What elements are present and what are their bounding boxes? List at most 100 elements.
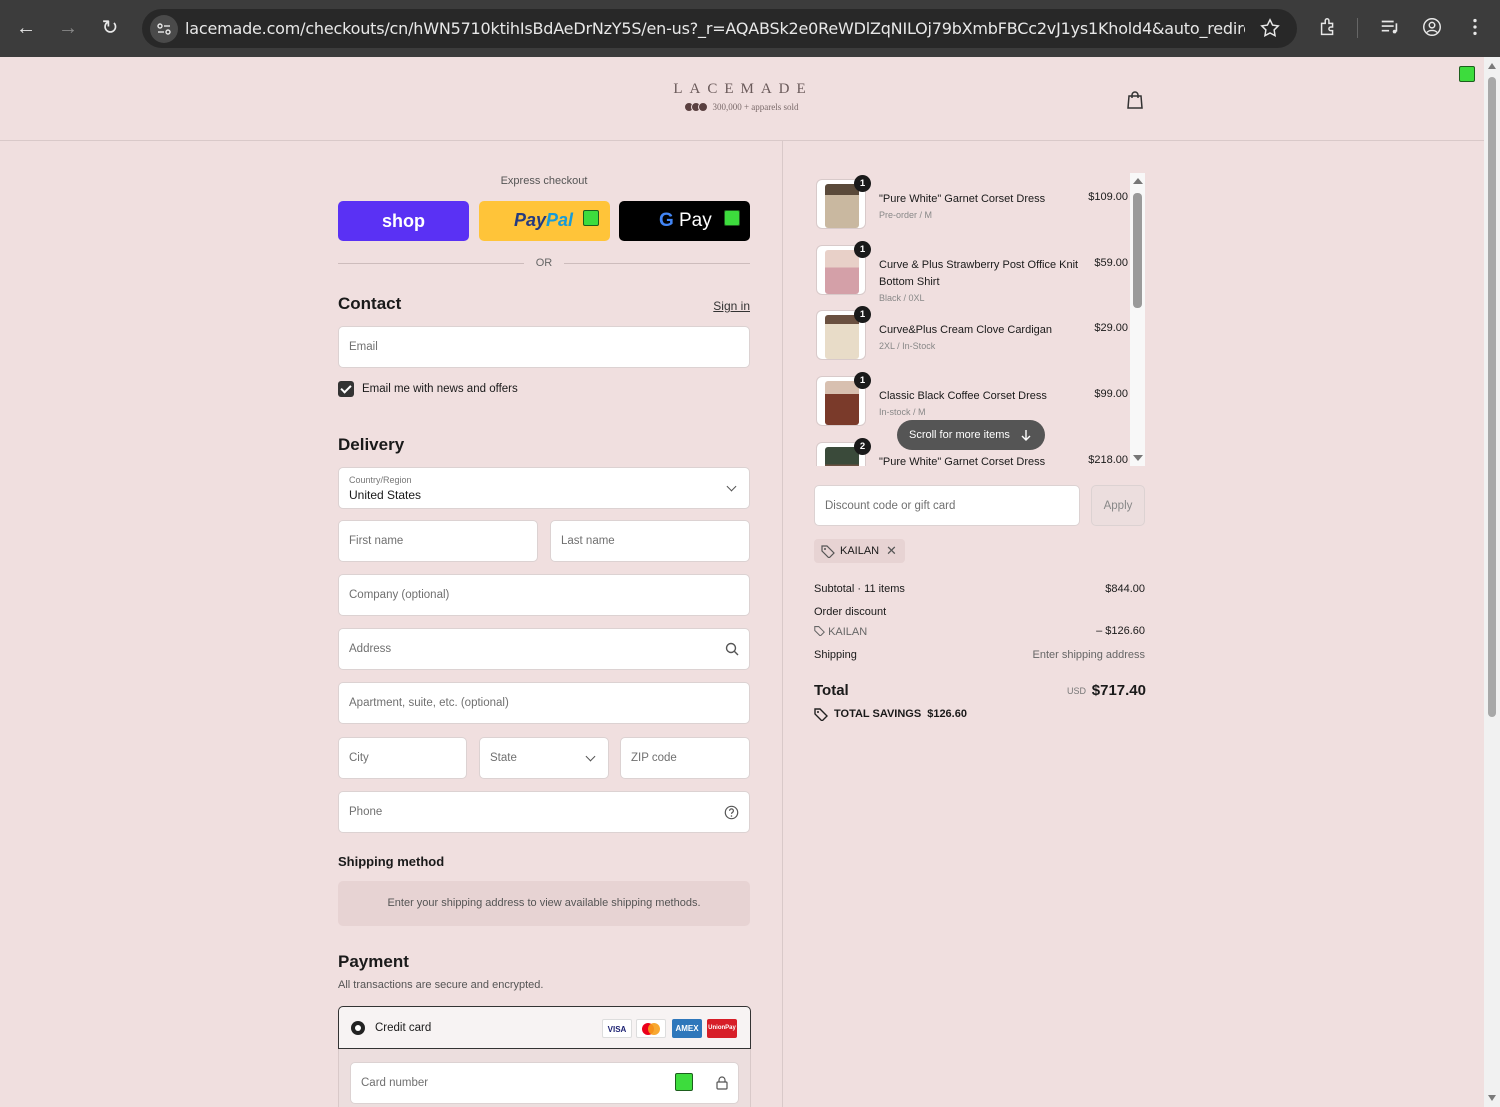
profile-icon[interactable] — [1421, 16, 1443, 38]
tag-icon — [814, 626, 825, 637]
google-pay-label: Pay — [679, 210, 712, 231]
product-price: $109.00 — [1088, 191, 1128, 203]
search-icon[interactable] — [725, 642, 739, 656]
visa-icon: VISA — [602, 1019, 632, 1038]
email-field[interactable]: Email — [338, 326, 750, 368]
lock-icon — [716, 1076, 728, 1090]
reload-icon[interactable]: ↻ — [96, 14, 124, 42]
marker-square — [724, 210, 740, 226]
logo-avatars — [684, 102, 709, 112]
cart-item: 1 "Pure White" Garnet Corset Dress Pre-or… — [814, 173, 1128, 229]
delivery-title: Delivery — [338, 435, 405, 454]
remove-code-icon[interactable]: ✕ — [886, 543, 897, 559]
product-price: $59.00 — [1094, 257, 1128, 269]
applied-discount-chip: KAILAN ✕ — [814, 539, 905, 563]
credit-card-option[interactable]: Credit card VISA AMEX UnionPay — [338, 1006, 751, 1049]
city-placeholder: City — [349, 752, 369, 764]
scroll-down-icon[interactable] — [1488, 1095, 1496, 1101]
chevron-down-icon — [585, 751, 596, 762]
scroll-up-icon[interactable] — [1488, 63, 1496, 69]
tag-icon — [821, 545, 835, 558]
phone-placeholder: Phone — [349, 806, 383, 818]
scroll-more-button[interactable]: Scroll for more items — [897, 420, 1045, 450]
apartment-placeholder: Apartment, suite, etc. (optional) — [349, 697, 509, 709]
back-icon[interactable]: ← — [12, 14, 40, 42]
product-variant: Black / 0XL — [879, 293, 925, 303]
apply-discount-button[interactable]: Apply — [1091, 485, 1145, 526]
discount-code-label: KAILAN — [828, 626, 868, 638]
state-select[interactable]: State — [479, 737, 609, 779]
quantity-badge: 2 — [854, 438, 871, 455]
phone-field[interactable]: Phone — [338, 791, 750, 833]
help-icon[interactable] — [724, 805, 739, 820]
last-name-placeholder: Last name — [561, 535, 615, 547]
address-bar[interactable]: lacemade.com/checkouts/cn/hWN5710ktihIsB… — [142, 9, 1297, 48]
apartment-field[interactable]: Apartment, suite, etc. (optional) — [338, 682, 750, 724]
express-checkout-title: Express checkout — [500, 175, 588, 187]
shipping-label: Shipping — [814, 649, 857, 661]
product-name: "Pure White" Garnet Corset Dress Pre-orde… — [879, 191, 1089, 222]
chevron-down-icon — [726, 481, 737, 492]
discount-code-input[interactable]: Discount code or gift card — [814, 485, 1080, 526]
browser-toolbar: ← → ↻ lacemade.com/checkouts/cn/hWN5710k… — [0, 0, 1500, 57]
scroll-more-label: Scroll for more items — [909, 429, 1010, 441]
cart-scroll-thumb[interactable] — [1133, 193, 1142, 308]
credit-card-radio[interactable] — [351, 1021, 365, 1035]
page-scrollbar[interactable] — [1484, 57, 1500, 1107]
quantity-badge: 1 — [854, 372, 871, 389]
scrollbar-thumb[interactable] — [1488, 77, 1496, 717]
forward-icon[interactable]: → — [54, 14, 82, 42]
site-info-icon[interactable] — [150, 15, 178, 43]
paypal-button[interactable]: PayPal — [479, 201, 610, 241]
newsletter-checkbox[interactable] — [338, 381, 354, 397]
product-name: Classic Black Coffee Corset Dress In-stoc… — [879, 388, 1089, 419]
first-name-field[interactable]: First name — [338, 520, 538, 562]
store-logo[interactable]: LACEMADE 300,000 + apparels sold — [672, 81, 814, 112]
savings-tag-icon — [814, 708, 828, 721]
cart-item: 1 Curve & Plus Strawberry Post Office Kn… — [814, 239, 1128, 303]
or-divider-right — [564, 263, 750, 264]
quantity-badge: 1 — [854, 306, 871, 323]
cart-items-list[interactable]: 1 "Pure White" Garnet Corset Dress Pre-or… — [814, 173, 1145, 466]
sign-in-link[interactable]: Sign in — [713, 299, 750, 313]
product-name: Curve&Plus Cream Clove Cardigan 2XL / In-… — [879, 322, 1089, 353]
order-discount-label: Order discount — [814, 606, 887, 618]
logo-tagline-text: 300,000 + apparels sold — [712, 102, 799, 112]
card-number-field[interactable]: Card number — [350, 1062, 739, 1104]
logo-wordmark: LACEMADE — [673, 81, 813, 97]
company-placeholder: Company (optional) — [349, 589, 450, 601]
country-select[interactable]: Country/Region United States — [338, 467, 750, 509]
bookmark-star-icon[interactable] — [1259, 17, 1281, 39]
shipping-method-notice: Enter your shipping address to view avai… — [338, 881, 750, 926]
last-name-field[interactable]: Last name — [550, 520, 750, 562]
extensions-icon[interactable] — [1317, 16, 1339, 38]
shopping-bag-icon[interactable] — [1126, 90, 1144, 110]
state-placeholder: State — [490, 752, 517, 764]
product-price: $218.00 — [1088, 454, 1128, 466]
newsletter-option[interactable]: Email me with news and offers — [338, 381, 518, 397]
contact-title: Contact — [338, 294, 402, 313]
media-queue-icon[interactable] — [1379, 16, 1401, 38]
payment-subtitle: All transactions are secure and encrypte… — [338, 979, 544, 991]
order-discount-row: Order discount — [814, 606, 1145, 618]
newsletter-label: Email me with news and offers — [362, 383, 518, 395]
menu-kebab-icon[interactable] — [1464, 16, 1486, 38]
company-field[interactable]: Company (optional) — [338, 574, 750, 616]
scroll-down-icon[interactable] — [1133, 455, 1143, 461]
google-g-icon: G — [659, 210, 674, 231]
shipping-row: Shipping Enter shipping address — [814, 649, 1145, 661]
discount-value: – $126.60 — [1096, 625, 1145, 637]
scroll-up-icon[interactable] — [1133, 178, 1143, 184]
payment-title: Payment — [338, 952, 409, 971]
cart-list-scrollbar[interactable] — [1130, 173, 1145, 466]
marker-square — [675, 1073, 693, 1091]
shop-pay-button[interactable]: shop — [338, 201, 469, 241]
address-field[interactable]: Address — [338, 628, 750, 670]
unionpay-icon: UnionPay — [707, 1019, 737, 1038]
total-savings: TOTAL SAVINGS $126.60 — [814, 707, 967, 721]
subtotal-label: Subtotal · 11 items — [814, 583, 905, 595]
product-variant: 2XL / In-Stock — [879, 341, 936, 351]
zip-field[interactable]: ZIP code — [620, 737, 750, 779]
google-pay-button[interactable]: G Pay — [619, 201, 750, 241]
city-field[interactable]: City — [338, 737, 467, 779]
